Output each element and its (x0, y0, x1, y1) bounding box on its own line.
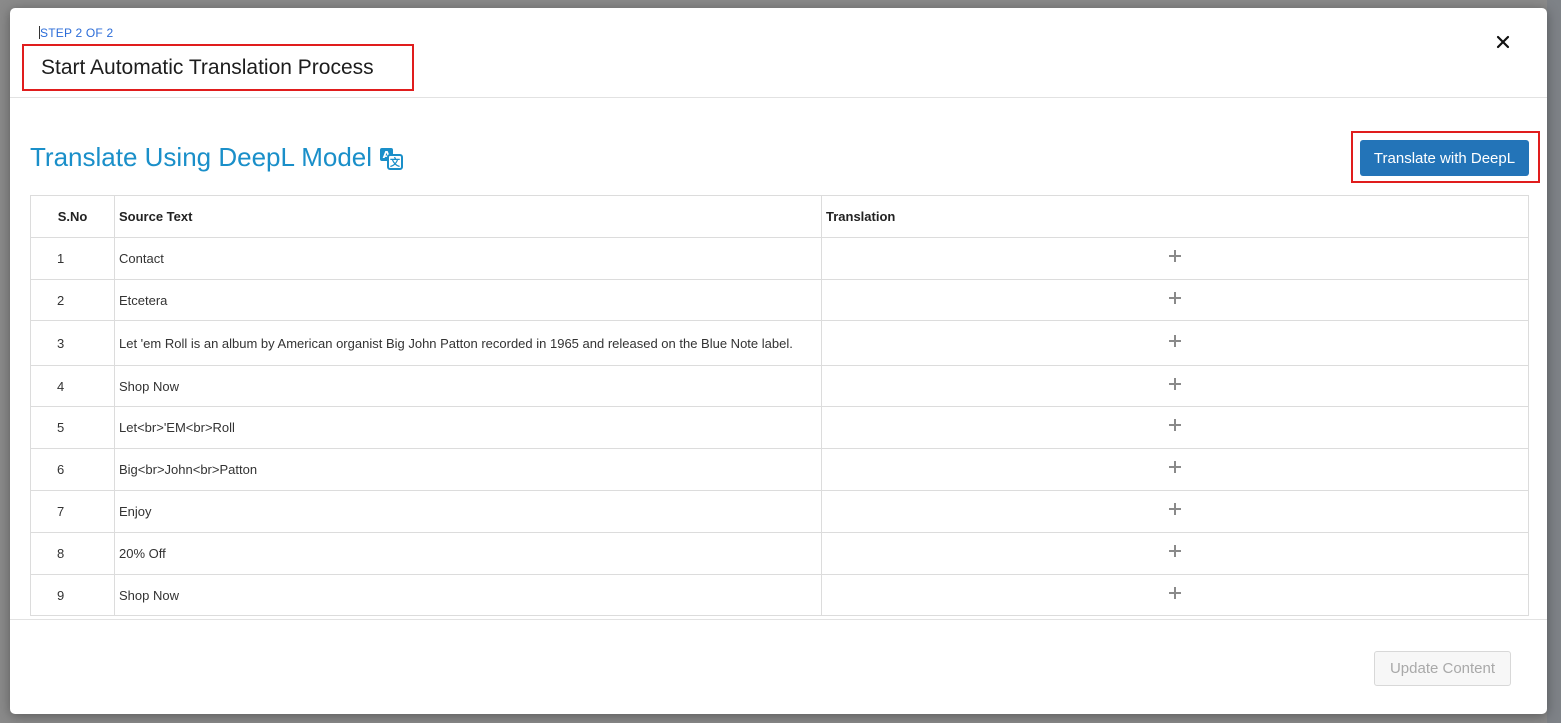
translate-icon: A 文 (380, 147, 404, 170)
table-header-row: S.No Source Text Translation (30, 195, 1529, 238)
row-translation-cell[interactable] (821, 532, 1529, 575)
row-translation-cell[interactable] (821, 406, 1529, 449)
plus-icon[interactable] (1169, 250, 1181, 262)
row-translation-cell[interactable] (821, 448, 1529, 491)
row-sno: 5 (30, 406, 115, 449)
table-row: 6 Big<br>John<br>Patton (30, 448, 1529, 491)
translation-table-wrapper: S.No Source Text Translation 1 Contact 2… (30, 195, 1529, 616)
row-source-text: Shop Now (114, 574, 822, 616)
header-sno: S.No (30, 195, 115, 238)
row-sno: 1 (30, 237, 115, 280)
translation-modal: STEP 2 OF 2 Start Automatic Translation … (10, 8, 1547, 714)
step-indicator: STEP 2 OF 2 (39, 26, 113, 40)
header-source-text: Source Text (114, 195, 822, 238)
plus-icon[interactable] (1169, 377, 1181, 390)
plus-icon[interactable] (1169, 503, 1181, 515)
title-highlight-box: Start Automatic Translation Process (22, 44, 414, 91)
table-row: 5 Let<br>'EM<br>Roll (30, 406, 1529, 449)
step-label-text: STEP 2 OF 2 (40, 26, 114, 40)
translate-with-deepl-button[interactable]: Translate with DeepL (1360, 140, 1529, 176)
row-source-text: Enjoy (114, 490, 822, 533)
table-row: 7 Enjoy (30, 490, 1529, 533)
table-row: 3 Let 'em Roll is an album by American o… (30, 320, 1529, 366)
close-icon (1496, 35, 1510, 49)
row-source-text: Contact (114, 237, 822, 280)
row-translation-cell[interactable] (821, 320, 1529, 366)
update-content-button[interactable]: Update Content (1374, 651, 1511, 686)
plus-icon[interactable] (1169, 586, 1181, 599)
svg-text:文: 文 (390, 156, 401, 169)
modal-footer: Update Content (10, 619, 1547, 714)
row-translation-cell[interactable] (821, 574, 1529, 616)
row-sno: 7 (30, 490, 115, 533)
table-row: 9 Shop Now (30, 574, 1529, 616)
row-source-text: 20% Off (114, 532, 822, 575)
row-translation-cell[interactable] (821, 365, 1529, 407)
modal-title: Start Automatic Translation Process (41, 56, 374, 79)
plus-icon[interactable] (1169, 419, 1181, 431)
row-sno: 9 (30, 574, 115, 616)
translation-table: S.No Source Text Translation 1 Contact 2… (30, 195, 1529, 616)
row-sno: 2 (30, 279, 115, 321)
modal-header: STEP 2 OF 2 Start Automatic Translation … (10, 8, 1547, 98)
row-translation-cell[interactable] (821, 279, 1529, 321)
plus-icon[interactable] (1169, 291, 1181, 304)
table-row: 8 20% Off (30, 532, 1529, 575)
row-sno: 8 (30, 532, 115, 575)
row-sno: 3 (30, 320, 115, 366)
row-source-text: Let<br>'EM<br>Roll (114, 406, 822, 449)
row-sno: 6 (30, 448, 115, 491)
plus-icon[interactable] (1169, 545, 1181, 557)
row-translation-cell[interactable] (821, 490, 1529, 533)
table-row: 2 Etcetera (30, 279, 1529, 321)
plus-icon[interactable] (1169, 334, 1181, 347)
row-source-text: Shop Now (114, 365, 822, 407)
header-translation: Translation (821, 195, 1529, 238)
row-translation-cell[interactable] (821, 237, 1529, 280)
deepl-button-highlight-box: Translate with DeepL (1351, 131, 1540, 183)
close-button[interactable] (1491, 30, 1515, 54)
plus-icon[interactable] (1169, 461, 1181, 473)
backdrop (1547, 0, 1561, 723)
row-source-text: Etcetera (114, 279, 822, 321)
section-title: Translate Using DeepL Model A 文 (30, 142, 404, 173)
row-source-text: Let 'em Roll is an album by American org… (114, 320, 822, 366)
row-source-text: Big<br>John<br>Patton (114, 448, 822, 491)
section-title-text: Translate Using DeepL Model (30, 142, 373, 172)
table-row: 4 Shop Now (30, 365, 1529, 407)
row-sno: 4 (30, 365, 115, 407)
table-row: 1 Contact (30, 237, 1529, 280)
